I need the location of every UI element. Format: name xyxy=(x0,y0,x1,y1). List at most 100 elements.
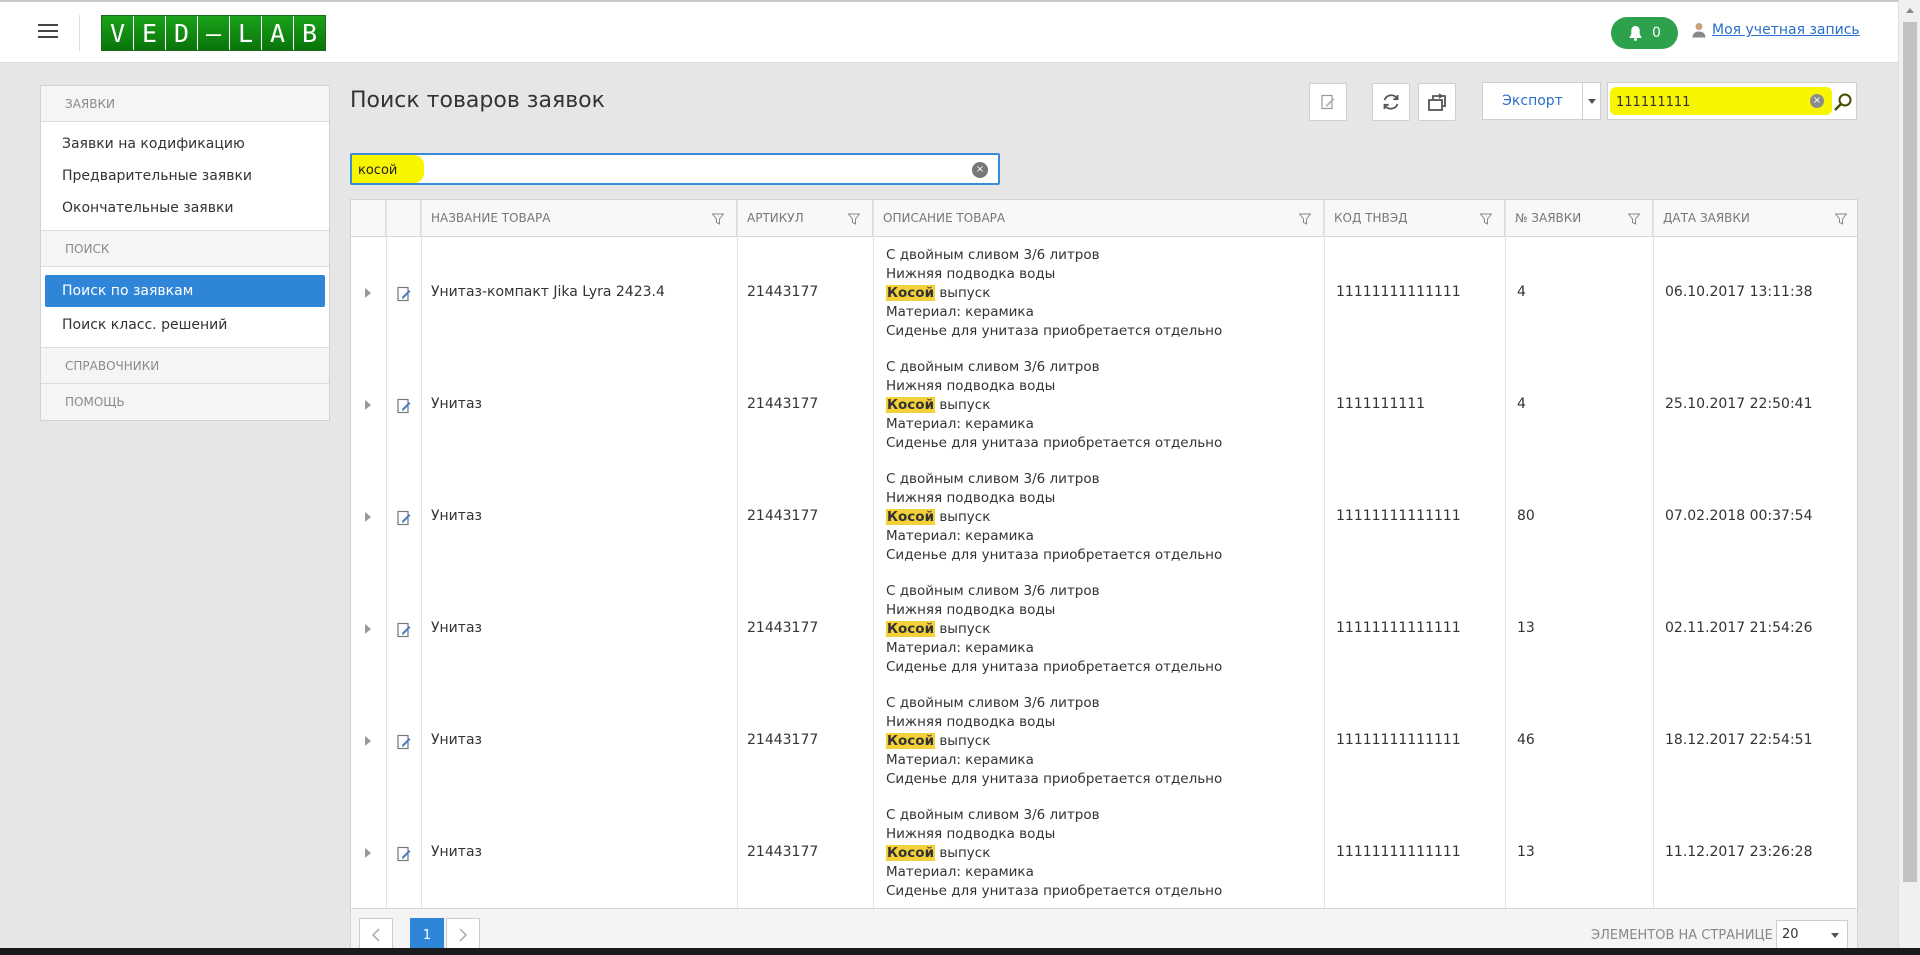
prev-page-button[interactable] xyxy=(359,918,393,952)
edit-row-icon[interactable] xyxy=(396,622,412,638)
column-header-tnved[interactable]: КОД ТНВЭД xyxy=(1324,200,1505,237)
description-line: Косой выпуск xyxy=(886,844,1222,863)
edit-row-icon[interactable] xyxy=(396,398,412,414)
order-number: 13 xyxy=(1517,620,1535,636)
column-header-article[interactable]: АРТИКУЛ xyxy=(737,200,873,237)
table-row[interactable]: Унитаз 21443177 С двойным сливом 3/6 литро… xyxy=(351,574,1857,686)
menu-icon[interactable] xyxy=(38,24,58,40)
edit-row-icon[interactable] xyxy=(396,734,412,750)
order-number: 4 xyxy=(1517,284,1526,300)
sidebar-item-search-orders[interactable]: Поиск по заявкам xyxy=(45,275,325,307)
table-row[interactable]: Унитаз-компакт Jika Lyra 2423.4 21443177 С… xyxy=(351,238,1857,350)
tnved-code: 11111111111111 xyxy=(1336,620,1461,636)
grid-filter-input[interactable] xyxy=(358,161,918,179)
user-icon xyxy=(1692,23,1706,38)
filter-icon[interactable] xyxy=(1628,213,1640,225)
column-header-name[interactable]: НАЗВАНИЕ ТОВАРА xyxy=(421,200,737,237)
edit-row-icon[interactable] xyxy=(396,286,412,302)
column-header-description[interactable]: ОПИСАНИЕ ТОВАРА xyxy=(873,200,1324,237)
sidebar-section-search[interactable]: ПОИСК xyxy=(41,231,329,267)
column-header-order-number[interactable]: № ЗАЯВКИ xyxy=(1505,200,1653,237)
order-number: 4 xyxy=(1517,396,1526,412)
refresh-button[interactable] xyxy=(1372,83,1410,121)
clear-filter-icon[interactable]: × xyxy=(972,162,988,178)
sidebar-item-search-decisions[interactable]: Поиск класс. решений xyxy=(41,309,329,341)
table-row[interactable]: Унитаз 21443177 С двойным сливом 3/6 литро… xyxy=(351,798,1857,910)
filter-icon[interactable] xyxy=(1299,213,1311,225)
notifications-button[interactable]: 0 xyxy=(1611,17,1678,49)
filter-icon[interactable] xyxy=(1835,213,1847,225)
expand-row-icon[interactable] xyxy=(365,736,371,746)
product-description: С двойным сливом 3/6 литров Нижняя подвод… xyxy=(886,246,1222,341)
description-text: выпуск xyxy=(935,285,991,301)
action-column-header xyxy=(386,200,421,237)
sidebar-item-codification[interactable]: Заявки на кодификацию xyxy=(41,128,329,160)
order-date: 11.12.2017 23:26:28 xyxy=(1665,844,1813,860)
table-row[interactable]: Унитаз 21443177 С двойным сливом 3/6 литро… xyxy=(351,686,1857,798)
column-header-order-date[interactable]: ДАТА ЗАЯВКИ xyxy=(1653,200,1857,237)
scroll-up-arrow[interactable] xyxy=(1906,8,1914,13)
filter-icon[interactable] xyxy=(848,213,860,225)
description-line: С двойным сливом 3/6 литров xyxy=(886,247,1100,263)
expand-row-icon[interactable] xyxy=(365,400,371,410)
scroll-thumb[interactable] xyxy=(1903,22,1917,882)
tnved-code: 11111111111111 xyxy=(1336,844,1461,860)
page-button[interactable]: 1 xyxy=(410,918,444,952)
edit-row-icon[interactable] xyxy=(396,846,412,862)
chevron-right-icon xyxy=(459,928,468,942)
sidebar-group-orders: Заявки на кодификацию Предварительные за… xyxy=(41,122,329,231)
edit-selected-button[interactable] xyxy=(1309,83,1347,121)
search-match-mark: Косой xyxy=(886,397,936,413)
description-line: Материал: керамика xyxy=(886,304,1034,320)
table-row[interactable]: Унитаз 21443177 С двойным сливом 3/6 литро… xyxy=(351,350,1857,462)
sidebar-section-orders[interactable]: ЗАЯВКИ xyxy=(41,86,329,122)
account-menu[interactable]: Моя учетная запись xyxy=(1692,22,1860,38)
next-page-button[interactable] xyxy=(446,918,480,952)
description-line: Нижняя подводка воды xyxy=(886,266,1056,282)
tnved-code: 11111111111111 xyxy=(1336,508,1461,524)
description-line: Косой выпуск xyxy=(886,284,1222,303)
filter-icon[interactable] xyxy=(1480,213,1492,225)
description-line: С двойным сливом 3/6 литров xyxy=(886,807,1100,823)
page-size-select[interactable]: 20 xyxy=(1776,920,1848,950)
top-header: V E D – L A B 0 Моя учетная запись xyxy=(0,0,1898,63)
export-button[interactable]: Экспорт xyxy=(1482,82,1583,120)
expand-row-icon[interactable] xyxy=(365,848,371,858)
column-label: ДАТА ЗАЯВКИ xyxy=(1663,211,1750,225)
column-chooser-button[interactable] xyxy=(1418,83,1456,121)
description-line: Нижняя подводка воды xyxy=(886,714,1056,730)
search-match-mark: Косой xyxy=(886,621,936,637)
column-label: ОПИСАНИЕ ТОВАРА xyxy=(883,211,1006,225)
expand-row-icon[interactable] xyxy=(365,624,371,634)
description-line: Косой выпуск xyxy=(886,396,1222,415)
order-number: 46 xyxy=(1517,732,1535,748)
logo-letter: – xyxy=(198,16,229,50)
description-line: С двойным сливом 3/6 литров xyxy=(886,359,1100,375)
description-line: С двойным сливом 3/6 литров xyxy=(886,695,1100,711)
chevron-left-icon xyxy=(371,928,380,942)
description-text: выпуск xyxy=(935,397,991,413)
product-description: С двойным сливом 3/6 литров Нижняя подвод… xyxy=(886,470,1222,565)
search-icon[interactable] xyxy=(1833,92,1853,112)
sidebar-item-preliminary[interactable]: Предварительные заявки xyxy=(41,160,329,192)
account-link[interactable]: Моя учетная запись xyxy=(1712,22,1860,38)
product-name: Унитаз xyxy=(431,620,482,636)
page-scrollbar[interactable] xyxy=(1898,0,1920,955)
sidebar-item-final[interactable]: Окончательные заявки xyxy=(41,192,329,224)
global-search-input[interactable] xyxy=(1616,92,1796,112)
results-grid: НАЗВАНИЕ ТОВАРА АРТИКУЛ ОПИСАНИЕ ТОВАРА … xyxy=(350,199,1858,955)
expand-row-icon[interactable] xyxy=(365,288,371,298)
sidebar-section-references[interactable]: СПРАВОЧНИКИ xyxy=(41,348,329,384)
edit-row-icon[interactable] xyxy=(396,510,412,526)
table-row[interactable]: Унитаз 21443177 С двойным сливом 3/6 литро… xyxy=(351,462,1857,574)
ved-lab-logo[interactable]: V E D – L A B xyxy=(101,15,326,51)
expand-row-icon[interactable] xyxy=(365,512,371,522)
sidebar-section-help[interactable]: ПОМОЩЬ xyxy=(41,384,329,420)
order-date: 07.02.2018 00:37:54 xyxy=(1665,508,1813,524)
clear-search-icon[interactable]: × xyxy=(1810,94,1824,108)
export-dropdown[interactable] xyxy=(1583,82,1601,120)
filter-icon[interactable] xyxy=(712,213,724,225)
tnved-code: 11111111111111 xyxy=(1336,284,1461,300)
bell-icon xyxy=(1629,26,1642,41)
search-match-mark: Косой xyxy=(886,733,936,749)
